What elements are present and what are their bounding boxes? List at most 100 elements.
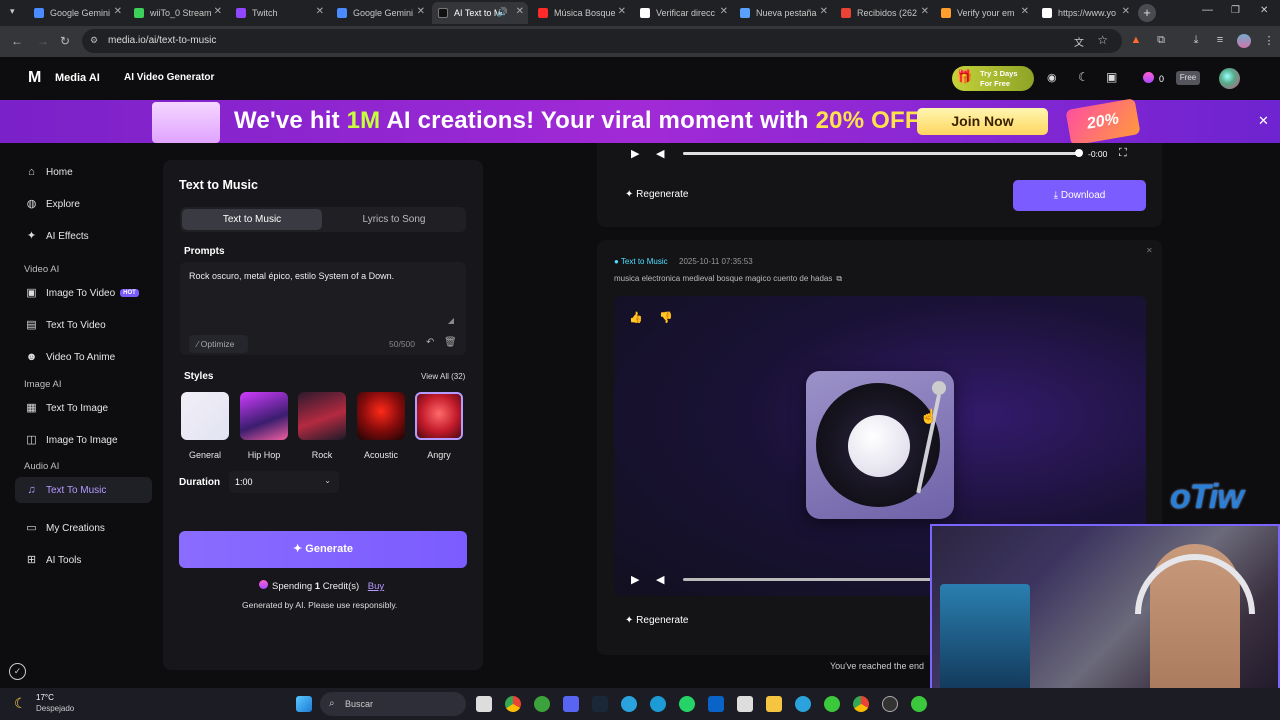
extensions-icon[interactable]: ⧉ xyxy=(1154,34,1168,48)
obs-icon[interactable] xyxy=(882,696,898,712)
back-icon[interactable]: ← xyxy=(11,34,23,48)
close-icon[interactable]: ✕ xyxy=(720,6,728,17)
fullscreen-icon[interactable]: ⛶ xyxy=(1119,147,1127,160)
sidebar-item-home[interactable]: ⌂ Home xyxy=(15,159,152,185)
extension-fox-icon[interactable]: ▲ xyxy=(1129,34,1143,48)
style-hip-hop[interactable] xyxy=(240,392,288,440)
xbox-icon[interactable] xyxy=(534,696,550,712)
generate-button[interactable]: ✦ Generate xyxy=(179,531,467,568)
sidebar-item-video-to-anime[interactable]: ☻ Video To Anime xyxy=(15,344,152,370)
regenerate-button-2[interactable]: ✦ Regenerate xyxy=(625,615,688,626)
more-menu-icon[interactable]: ⋮ xyxy=(1262,34,1276,48)
plan-badge[interactable]: Free xyxy=(1176,71,1200,85)
thumbs-up-icon[interactable]: 👍 xyxy=(629,311,643,324)
explorer-icon[interactable] xyxy=(766,696,782,712)
edge-icon[interactable] xyxy=(650,696,666,712)
url-field[interactable]: ⚙ media.io/ai/text-to-music 文 ☆ xyxy=(82,29,1122,53)
sidebar-item-text-to-image[interactable]: ▦ Text To Image xyxy=(15,395,152,421)
close-icon[interactable]: ✕ xyxy=(516,6,524,17)
telegram-icon[interactable] xyxy=(621,696,637,712)
taskbar-search[interactable]: ⌕ Buscar xyxy=(320,692,466,716)
style-acoustic[interactable] xyxy=(357,392,405,440)
close-banner-icon[interactable]: ✕ xyxy=(1258,113,1269,129)
brand-name[interactable]: Media AI xyxy=(55,72,100,84)
site-info-icon[interactable]: ⚙ xyxy=(90,35,98,46)
card-close-icon[interactable]: ✕ xyxy=(1146,246,1153,255)
steam-icon[interactable] xyxy=(592,696,608,712)
download-icon[interactable]: ⤓ xyxy=(1189,34,1203,48)
nav-ai-video-generator[interactable]: AI Video Generator xyxy=(124,72,214,83)
browser-tab[interactable]: https://www.yo ✕ xyxy=(1042,2,1130,24)
close-icon[interactable]: ✕ xyxy=(214,6,222,17)
seek-handle[interactable] xyxy=(1075,149,1083,157)
browser-tab[interactable]: Google Gemini ✕ xyxy=(337,2,425,24)
window-close-icon[interactable]: ✕ xyxy=(1260,5,1268,16)
buy-link[interactable]: Buy xyxy=(368,581,384,592)
play-icon[interactable]: ▶ xyxy=(631,573,639,586)
volume-icon[interactable]: ◀ xyxy=(656,147,664,160)
discord-icon[interactable]: ◉ xyxy=(1047,71,1057,84)
tab-search-icon[interactable]: ≡ xyxy=(1213,34,1227,48)
whatsapp-icon[interactable] xyxy=(679,696,695,712)
close-icon[interactable]: ✕ xyxy=(820,6,828,17)
minimize-icon[interactable]: — xyxy=(1202,4,1213,16)
user-avatar[interactable] xyxy=(1219,68,1240,89)
bookmark-star-icon[interactable]: ☆ xyxy=(1097,33,1108,47)
gift-box-icon[interactable]: ▣ xyxy=(1106,70,1117,84)
sidebar-item-image-to-image[interactable]: ◫ Image To Image xyxy=(15,427,152,453)
chrome-active-icon[interactable] xyxy=(853,696,869,712)
regenerate-button-1[interactable]: ✦ Regenerate xyxy=(625,189,688,200)
windows-start-icon[interactable] xyxy=(296,696,312,712)
sidebar-item-ai-effects[interactable]: ✦ AI Effects xyxy=(15,223,152,249)
telegram-alt-icon[interactable] xyxy=(795,696,811,712)
media-ai-logo-icon[interactable]: M xyxy=(28,70,47,86)
volume-icon[interactable]: ◀ xyxy=(656,573,664,586)
trash-icon[interactable]: 🗑 xyxy=(444,337,457,348)
reload-icon[interactable]: ↻ xyxy=(60,34,70,48)
browser-tab[interactable]: Verify your em ✕ xyxy=(941,2,1029,24)
browser-tab[interactable]: Verificar direcc ✕ xyxy=(640,2,728,24)
close-icon[interactable]: ✕ xyxy=(1021,6,1029,17)
new-tab-icon[interactable]: + xyxy=(1138,4,1156,22)
outlook-icon[interactable] xyxy=(708,696,724,712)
duration-select[interactable]: 1:00 ⌄ xyxy=(229,471,339,493)
close-icon[interactable]: ✕ xyxy=(114,6,122,17)
close-icon[interactable]: ✕ xyxy=(921,6,929,17)
close-icon[interactable]: ✕ xyxy=(417,6,425,17)
resize-handle-icon[interactable]: ◢ xyxy=(448,316,454,325)
store-icon[interactable] xyxy=(737,696,753,712)
seek-bar[interactable] xyxy=(683,578,933,581)
sidebar-item-explore[interactable]: ◍ Explore xyxy=(15,191,152,217)
forward-icon[interactable]: → xyxy=(37,34,49,48)
browser-tab[interactable]: Twitch ✕ xyxy=(236,2,324,24)
speaker-icon[interactable]: 🔊 xyxy=(497,7,508,18)
copy-icon[interactable]: ⧉ xyxy=(836,274,842,283)
play-icon[interactable]: ▶ xyxy=(631,147,639,160)
sidebar-item-my-creations[interactable]: ▭ My Creations xyxy=(15,515,152,541)
weather-icon[interactable]: ☾ xyxy=(14,695,27,712)
app-green2-icon[interactable] xyxy=(911,696,927,712)
thumbs-down-icon[interactable]: 👎 xyxy=(659,311,673,324)
sidebar-item-ai-tools[interactable]: ⊞ AI Tools xyxy=(15,547,152,573)
browser-tab[interactable]: Google Gemini ✕ xyxy=(34,2,122,24)
free-trial-button[interactable]: 🎁 Try 3 Days For Free xyxy=(952,66,1034,91)
sidebar-item-text-to-music[interactable]: ♫ Text To Music xyxy=(15,477,152,503)
close-icon[interactable]: ✕ xyxy=(618,6,626,17)
join-now-button[interactable]: Join Now xyxy=(917,108,1048,135)
browser-tab[interactable]: Música Bosque ✕ xyxy=(538,2,626,24)
chrome-icon[interactable] xyxy=(505,696,521,712)
tab-text-to-music[interactable]: Text to Music xyxy=(182,209,322,230)
style-rock[interactable] xyxy=(298,392,346,440)
view-all-link[interactable]: View All (32) xyxy=(421,372,465,381)
sidebar-item-image-to-video[interactable]: ▣ Image To Video HOT xyxy=(15,280,152,306)
profile-avatar[interactable] xyxy=(1237,34,1251,48)
close-icon[interactable]: ✕ xyxy=(1122,6,1130,17)
browser-tab[interactable]: wiiTo_0 Stream ✕ xyxy=(134,2,222,24)
tab-list-icon[interactable]: ▾ xyxy=(10,6,15,17)
translate-icon[interactable]: 文 xyxy=(1074,34,1084,49)
close-icon[interactable]: ✕ xyxy=(316,6,324,17)
style-angry[interactable] xyxy=(415,392,463,440)
discord-app-icon[interactable] xyxy=(563,696,579,712)
style-general[interactable] xyxy=(181,392,229,440)
download-button[interactable]: ⤓ Download xyxy=(1013,180,1146,211)
